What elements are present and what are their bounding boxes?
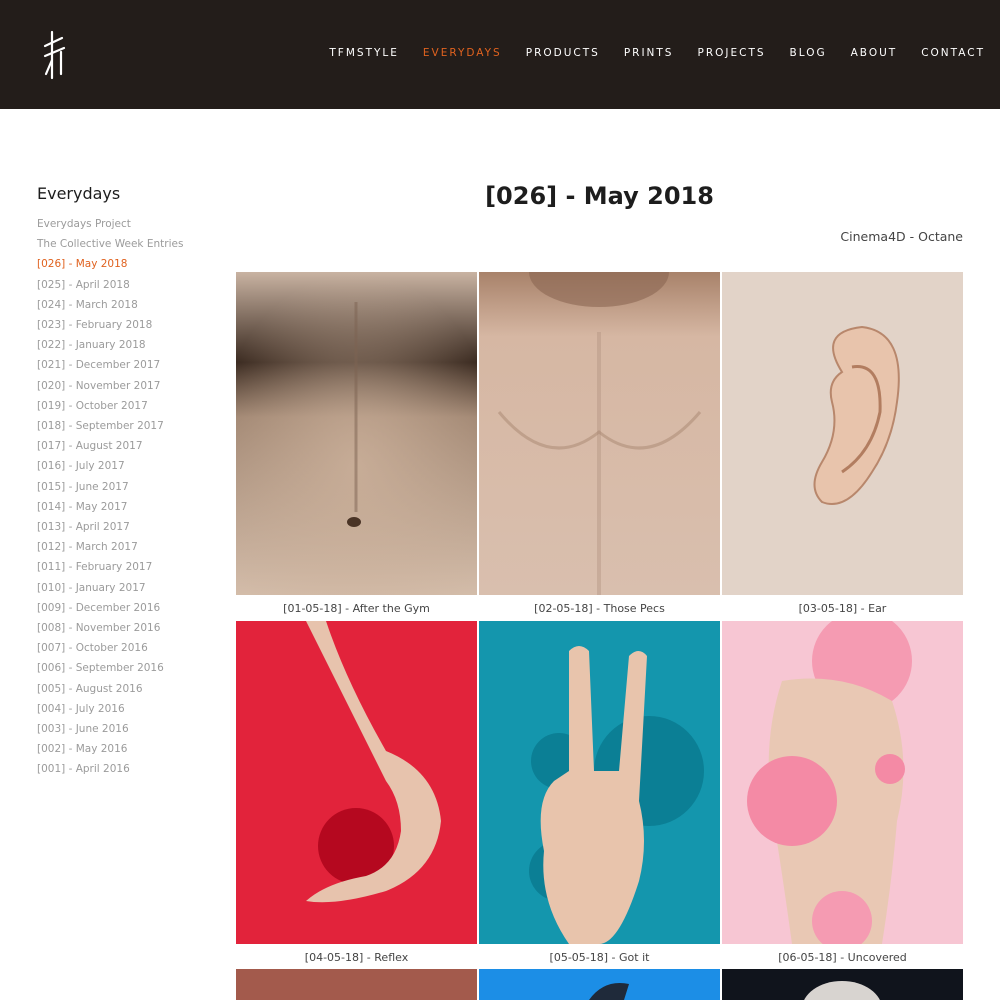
- tile-caption: [06-05-18] - Uncovered: [778, 951, 907, 964]
- sidebar-list-item: [017] - August 2017: [37, 436, 217, 456]
- sidebar-list-item: [007] - October 2016: [37, 638, 217, 658]
- tile-caption: [01-05-18] - After the Gym: [283, 602, 430, 615]
- gallery-image-ear[interactable]: [722, 272, 963, 595]
- sidebar-link[interactable]: [006] - September 2016: [37, 658, 217, 678]
- sidebar-list-item: [010] - January 2017: [37, 578, 217, 598]
- nav-item-about[interactable]: ABOUT: [851, 47, 898, 59]
- tile-caption: [03-05-18] - Ear: [798, 602, 887, 615]
- sidebar-list-item: [024] - March 2018: [37, 295, 217, 315]
- sidebar-list-item: [011] - February 2017: [37, 557, 217, 577]
- sidebar-list-item: [005] - August 2016: [37, 679, 217, 699]
- gallery-image-reflex[interactable]: [236, 621, 477, 944]
- sidebar-link[interactable]: [009] - December 2016: [37, 598, 217, 618]
- sidebar-link[interactable]: [008] - November 2016: [37, 618, 217, 638]
- sidebar-link[interactable]: [011] - February 2017: [37, 557, 217, 577]
- page-subtitle: Cinema4D - Octane: [840, 229, 963, 244]
- site-header: TFMSTYLE EVERYDAYS PRODUCTS PRINTS PROJECTS B…: [0, 0, 1000, 109]
- gallery-image-row3-1[interactable]: [236, 969, 477, 1000]
- sidebar-link[interactable]: [024] - March 2018: [37, 295, 217, 315]
- main-nav: TFMSTYLE EVERYDAYS PRODUCTS PRINTS PROJECTS B…: [305, 47, 985, 59]
- sidebar-link[interactable]: [002] - May 2016: [37, 739, 217, 759]
- sidebar-link[interactable]: [010] - January 2017: [37, 578, 217, 598]
- nav-item-everydays[interactable]: EVERYDAYS: [423, 47, 502, 59]
- sidebar-list-item: [003] - June 2016: [37, 719, 217, 739]
- sidebar-list-item: [009] - December 2016: [37, 598, 217, 618]
- sidebar-list-item: [008] - November 2016: [37, 618, 217, 638]
- tile-caption: [05-05-18] - Got it: [549, 951, 650, 964]
- nav-item-tfmstyle[interactable]: TFMSTYLE: [329, 47, 399, 59]
- gallery-image-row3-3[interactable]: [722, 969, 963, 1000]
- sidebar-link[interactable]: [007] - October 2016: [37, 638, 217, 658]
- nav-item-prints[interactable]: PRINTS: [624, 47, 674, 59]
- sidebar-list-item: [006] - September 2016: [37, 658, 217, 678]
- nav-item-projects[interactable]: PROJECTS: [697, 47, 765, 59]
- sidebar-list-item: [026] - May 2018: [37, 254, 217, 274]
- nav-item-blog[interactable]: BLOG: [790, 47, 827, 59]
- sidebar: Everydays Everydays Project The Collectiv…: [37, 184, 217, 780]
- sidebar-list-item: [021] - December 2017: [37, 355, 217, 375]
- sidebar-link[interactable]: [013] - April 2017: [37, 517, 217, 537]
- gallery-image-uncovered[interactable]: [722, 621, 963, 944]
- sidebar-link[interactable]: [014] - May 2017: [37, 497, 217, 517]
- sidebar-list-item: [013] - April 2017: [37, 517, 217, 537]
- sidebar-list-item: [023] - February 2018: [37, 315, 217, 335]
- sidebar-list-item: [014] - May 2017: [37, 497, 217, 517]
- sidebar-list-item: The Collective Week Entries: [37, 234, 217, 254]
- sidebar-list-item: [025] - April 2018: [37, 275, 217, 295]
- page-title: [026] - May 2018: [485, 182, 714, 210]
- sidebar-link[interactable]: [003] - June 2016: [37, 719, 217, 739]
- sidebar-list-item: [020] - November 2017: [37, 376, 217, 396]
- tile-caption: [02-05-18] - Those Pecs: [534, 602, 665, 615]
- sidebar-link[interactable]: Everydays Project: [37, 214, 217, 234]
- gallery-image-got-it[interactable]: [479, 621, 720, 944]
- sidebar-list-item: [001] - April 2016: [37, 759, 217, 779]
- sidebar-list-item: [012] - March 2017: [37, 537, 217, 557]
- sidebar-link[interactable]: [015] - June 2017: [37, 477, 217, 497]
- sidebar-link[interactable]: [025] - April 2018: [37, 275, 217, 295]
- gallery-image-row3-2[interactable]: [479, 969, 720, 1000]
- sidebar-list-item: [022] - January 2018: [37, 335, 217, 355]
- sidebar-link[interactable]: [020] - November 2017: [37, 376, 217, 396]
- sidebar-list-item: [004] - July 2016: [37, 699, 217, 719]
- sidebar-list-item: Everydays Project: [37, 214, 217, 234]
- sidebar-link[interactable]: [016] - July 2017: [37, 456, 217, 476]
- sidebar-list-item: [016] - July 2017: [37, 456, 217, 476]
- sidebar-list: Everydays Project The Collective Week Ent…: [37, 214, 217, 780]
- sidebar-link[interactable]: [012] - March 2017: [37, 537, 217, 557]
- sidebar-link[interactable]: [019] - October 2017: [37, 396, 217, 416]
- gallery-image-after-the-gym[interactable]: [236, 272, 477, 595]
- sidebar-link[interactable]: [022] - January 2018: [37, 335, 217, 355]
- sidebar-link[interactable]: [023] - February 2018: [37, 315, 217, 335]
- sidebar-link[interactable]: [004] - July 2016: [37, 699, 217, 719]
- tfm-logo-icon[interactable]: [40, 30, 70, 80]
- gallery-image-those-pecs[interactable]: [479, 272, 720, 595]
- sidebar-link[interactable]: [001] - April 2016: [37, 759, 217, 779]
- sidebar-list-item: [002] - May 2016: [37, 739, 217, 759]
- sidebar-link[interactable]: [005] - August 2016: [37, 679, 217, 699]
- sidebar-title: Everydays: [37, 184, 121, 203]
- nav-item-contact[interactable]: CONTACT: [921, 47, 985, 59]
- sidebar-list-item: [018] - September 2017: [37, 416, 217, 436]
- sidebar-link[interactable]: [017] - August 2017: [37, 436, 217, 456]
- sidebar-list-item: [019] - October 2017: [37, 396, 217, 416]
- sidebar-link[interactable]: The Collective Week Entries: [37, 234, 217, 254]
- nav-item-products[interactable]: PRODUCTS: [526, 47, 600, 59]
- tile-caption: [04-05-18] - Reflex: [304, 951, 409, 964]
- sidebar-list-item: [015] - June 2017: [37, 477, 217, 497]
- sidebar-link[interactable]: [021] - December 2017: [37, 355, 217, 375]
- sidebar-link[interactable]: [018] - September 2017: [37, 416, 217, 436]
- sidebar-link[interactable]: [026] - May 2018: [37, 254, 217, 274]
